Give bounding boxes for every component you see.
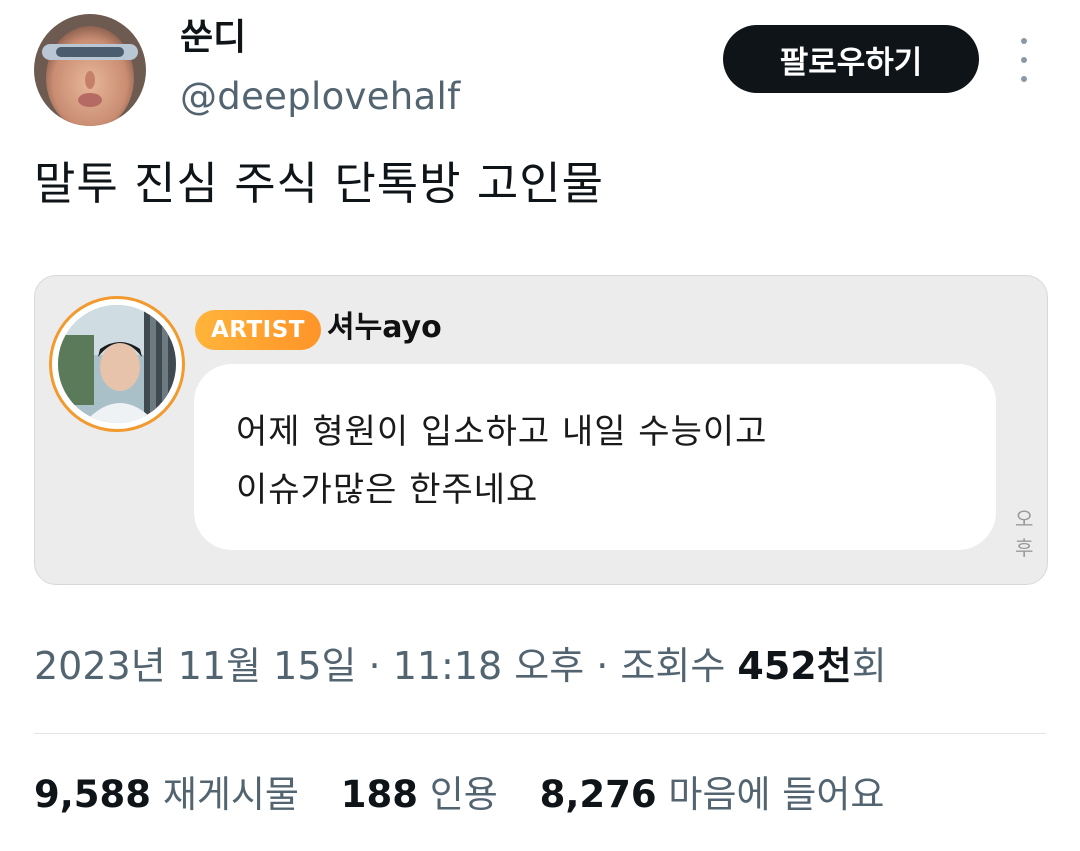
retweets-count: 9,588	[34, 773, 152, 816]
more-dot	[1021, 76, 1027, 82]
retweets-label: 재게시물	[162, 773, 299, 816]
artist-photo-icon	[58, 305, 176, 423]
quotes-label: 인용	[429, 773, 498, 816]
chat-message-line: 어제 형원이 입소하고 내일 수능이고	[236, 412, 768, 452]
chat-message-line: 이슈가많은 한주네요	[236, 470, 539, 510]
more-vertical-icon[interactable]	[1004, 38, 1044, 82]
tweet-text: 말투 진심 주식 단톡방 고인물	[34, 157, 605, 210]
tweet-stats: 9,588 재게시물 188 인용 8,276 마음에 들어요	[34, 773, 914, 817]
artist-badge: ARTIST	[195, 310, 321, 350]
tweet-view: 쑨디 @deeplovehalf 팔로우하기 말투 진심 주식 단톡방 고인물	[0, 0, 1080, 851]
tweet-timestamp[interactable]: 2023년 11월 15일 · 11:18 오후 · 조회수	[34, 644, 737, 688]
tweet-media-image[interactable]: ARTIST 셔누ayo 어제 형원이 입소하고 내일 수능이고 이슈가많은 한…	[34, 275, 1048, 585]
likes-count: 8,276	[539, 773, 657, 816]
chat-avatar-ring	[49, 296, 185, 432]
author-handle[interactable]: @deeplovehalf	[180, 78, 460, 115]
chat-message-bubble: 어제 형원이 입소하고 내일 수능이고 이슈가많은 한주네요	[194, 364, 996, 550]
follow-button[interactable]: 팔로우하기	[723, 25, 979, 93]
quotes-count: 188	[340, 773, 418, 816]
more-dot	[1021, 57, 1027, 63]
author-avatar[interactable]	[34, 14, 146, 126]
quotes-stat[interactable]: 188 인용	[341, 773, 498, 816]
chat-time-fragment: 오후	[1015, 507, 1034, 560]
tweet-meta: 2023년 11월 15일 · 11:18 오후 · 조회수 452천회	[34, 644, 887, 690]
author-display-name[interactable]: 쑨디	[180, 20, 246, 56]
chat-sender-name: 셔누ayo	[327, 310, 442, 345]
likes-stat[interactable]: 8,276 마음에 들어요	[540, 773, 885, 816]
retweets-stat[interactable]: 9,588 재게시물	[34, 773, 299, 816]
divider	[34, 733, 1046, 734]
views-count: 452천	[737, 644, 852, 688]
views-suffix: 회	[851, 644, 887, 688]
likes-label: 마음에 들어요	[668, 773, 885, 816]
chat-avatar	[58, 305, 176, 423]
more-dot	[1021, 38, 1027, 44]
profile-photo-icon	[34, 14, 146, 126]
